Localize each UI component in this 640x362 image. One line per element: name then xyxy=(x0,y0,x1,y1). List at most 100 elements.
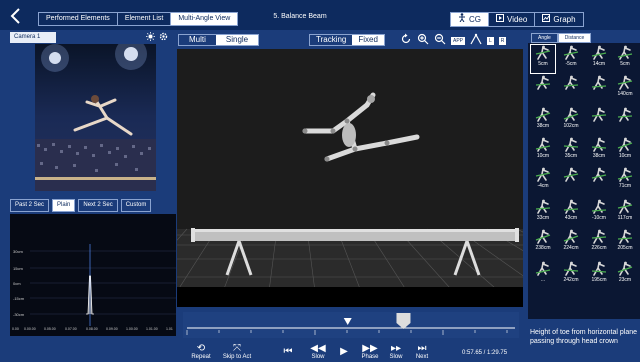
measurement-value: 238cm xyxy=(535,245,551,251)
past-2-sec-button[interactable]: Past 2 Sec xyxy=(10,199,50,212)
video-view-button[interactable]: Video xyxy=(489,13,536,26)
cg-3d-viewport[interactable] xyxy=(177,49,523,307)
multi-mode-button[interactable]: Multi xyxy=(179,35,216,45)
single-mode-button[interactable]: Single xyxy=(215,35,259,45)
slow-forward-button[interactable]: ▸▸ Slow xyxy=(383,343,409,360)
tab-element-list[interactable]: Element List xyxy=(118,13,172,25)
mode-toggle: Multi Single xyxy=(178,34,260,46)
zoom-out-icon[interactable] xyxy=(434,33,446,48)
next-2-sec-button[interactable]: Next 2 Sec xyxy=(78,199,118,212)
step-back-button[interactable]: ◀◀ Slow xyxy=(305,343,331,360)
measurement-cell[interactable]: 195cm xyxy=(587,261,611,289)
tab-performed-elements[interactable]: Performed Elements xyxy=(39,13,118,25)
skip-back-icon: ⏮ xyxy=(283,346,293,357)
measurement-value: 102cm xyxy=(563,123,579,129)
skip-to-act-button[interactable]: ⤧ Skip to Act xyxy=(219,343,255,360)
measurement-cell[interactable]: 71cm xyxy=(613,167,637,195)
measurement-cell[interactable]: 14cm xyxy=(587,45,611,73)
tab-angle[interactable]: Angle xyxy=(531,33,558,43)
measurement-cell[interactable]: 224cm xyxy=(559,229,583,257)
settings-icon[interactable] xyxy=(159,32,168,43)
measurement-cell[interactable] xyxy=(613,107,637,135)
brightness-icon[interactable] xyxy=(146,32,155,43)
figure-icon[interactable] xyxy=(470,33,482,48)
measurement-value: 226cm xyxy=(591,245,607,251)
cg-view-button[interactable]: CG xyxy=(451,13,489,26)
graph-view-label: Graph xyxy=(553,15,576,24)
plain-button[interactable]: Plain xyxy=(52,199,76,212)
measurement-cell[interactable]: 5cm xyxy=(613,45,637,73)
skip-back-button[interactable]: ⏮ xyxy=(271,346,305,357)
measurement-cell[interactable]: 38cm xyxy=(531,107,555,135)
y-tick-15cm: 15cm xyxy=(13,266,23,271)
measurement-cell[interactable]: 242cm xyxy=(559,261,583,289)
measurement-cell[interactable]: 38cm xyxy=(587,137,611,165)
measurement-cell[interactable]: 23cm xyxy=(613,261,637,289)
camera-icons xyxy=(146,32,168,43)
camera-selector[interactable]: Camera 1 xyxy=(10,32,56,43)
measurement-value: 5cm xyxy=(620,61,630,67)
repeat-button[interactable]: ⟲ Repeat xyxy=(183,343,219,360)
fixed-button[interactable]: Fixed xyxy=(352,35,384,45)
measurement-cell[interactable]: -5cm xyxy=(559,45,583,73)
skip-forward-button[interactable]: ⏭ Next xyxy=(409,343,435,360)
measurement-cell[interactable]: ... xyxy=(531,261,555,289)
view-tools: APP L R xyxy=(400,33,507,48)
playback-timeline[interactable] xyxy=(183,312,519,338)
measurement-cell[interactable]: 238cm xyxy=(531,229,555,257)
pose-thumbnail-icon xyxy=(562,261,580,277)
y-tick-0cm: 0cm xyxy=(13,281,21,286)
graph-view-button[interactable]: Graph xyxy=(535,13,582,26)
measurement-cell[interactable]: 35cm xyxy=(559,137,583,165)
right-view-icon[interactable]: R xyxy=(498,36,507,45)
measurement-cell[interactable]: 10cm xyxy=(613,137,637,165)
playback-range-buttons: Past 2 Sec Plain Next 2 Sec Custom xyxy=(10,199,152,212)
chevron-left-icon[interactable] xyxy=(6,6,26,26)
measurement-value: 38cm xyxy=(592,153,606,159)
measurement-grid: 5cm -5cm 14cm 5cm 140cm 38cm 102cm 10cm 35cm 38cm… xyxy=(528,43,640,319)
measurement-cell[interactable]: 33cm xyxy=(531,199,555,227)
app-icon[interactable]: APP xyxy=(451,36,466,45)
measurement-cell[interactable] xyxy=(587,75,611,103)
pose-thumbnail-icon xyxy=(562,229,580,245)
distance-graph: 30cm 15cm 0cm -15cm -30cm 0.00 0.00.00 0… xyxy=(10,214,176,336)
pose-thumbnail-icon xyxy=(562,167,580,183)
x-tick: 0.09.00 xyxy=(106,327,118,331)
measurement-cell[interactable]: -4cm xyxy=(531,167,555,195)
measurement-value: 140cm xyxy=(617,91,633,97)
measurement-cell[interactable]: 10cm xyxy=(531,137,555,165)
tracking-button[interactable]: Tracking xyxy=(310,35,352,45)
cg-figure-icon xyxy=(458,13,466,26)
measurement-cell[interactable]: 117cm xyxy=(613,199,637,227)
zoom-in-icon[interactable] xyxy=(417,33,429,48)
page-title: 5. Balance Beam xyxy=(273,13,327,20)
left-view-icon[interactable]: L xyxy=(487,36,494,45)
tab-multi-angle-view[interactable]: Multi-Angle View xyxy=(171,13,238,25)
measurement-cell[interactable]: 140cm xyxy=(613,75,637,103)
measurement-value: 10cm xyxy=(536,153,550,159)
play-button[interactable]: ▶ xyxy=(331,346,357,357)
measurement-cell[interactable]: -10cm xyxy=(587,199,611,227)
measurement-cell[interactable]: 102cm xyxy=(559,107,583,135)
measurement-cell[interactable] xyxy=(587,107,611,135)
measurement-cell[interactable] xyxy=(559,167,583,195)
pose-thumbnail-icon xyxy=(590,199,608,215)
pose-thumbnail-icon xyxy=(562,199,580,215)
header-tabs: Performed Elements Element List Multi-An… xyxy=(38,12,239,26)
measurement-cell[interactable]: 205cm xyxy=(613,229,637,257)
measurement-cell[interactable]: 5cm xyxy=(530,44,556,74)
measurement-value: 43cm xyxy=(564,215,578,221)
measurement-cell[interactable] xyxy=(587,167,611,195)
measurement-cell[interactable]: 226cm xyxy=(587,229,611,257)
measurement-cell[interactable] xyxy=(531,75,555,103)
measurement-cell[interactable]: 43cm xyxy=(559,199,583,227)
rotate-reset-icon[interactable] xyxy=(400,33,412,48)
tab-distance[interactable]: Distance xyxy=(557,33,592,43)
step-forward-icon: ▶▶ xyxy=(362,343,378,354)
pose-thumbnail-icon xyxy=(534,107,552,123)
measurement-value: 224cm xyxy=(563,245,579,251)
slow-forward-label: Slow xyxy=(389,354,403,360)
custom-button[interactable]: Custom xyxy=(120,199,152,212)
measurement-cell[interactable] xyxy=(559,75,583,103)
step-forward-button[interactable]: ▶▶ Phase xyxy=(357,343,383,360)
